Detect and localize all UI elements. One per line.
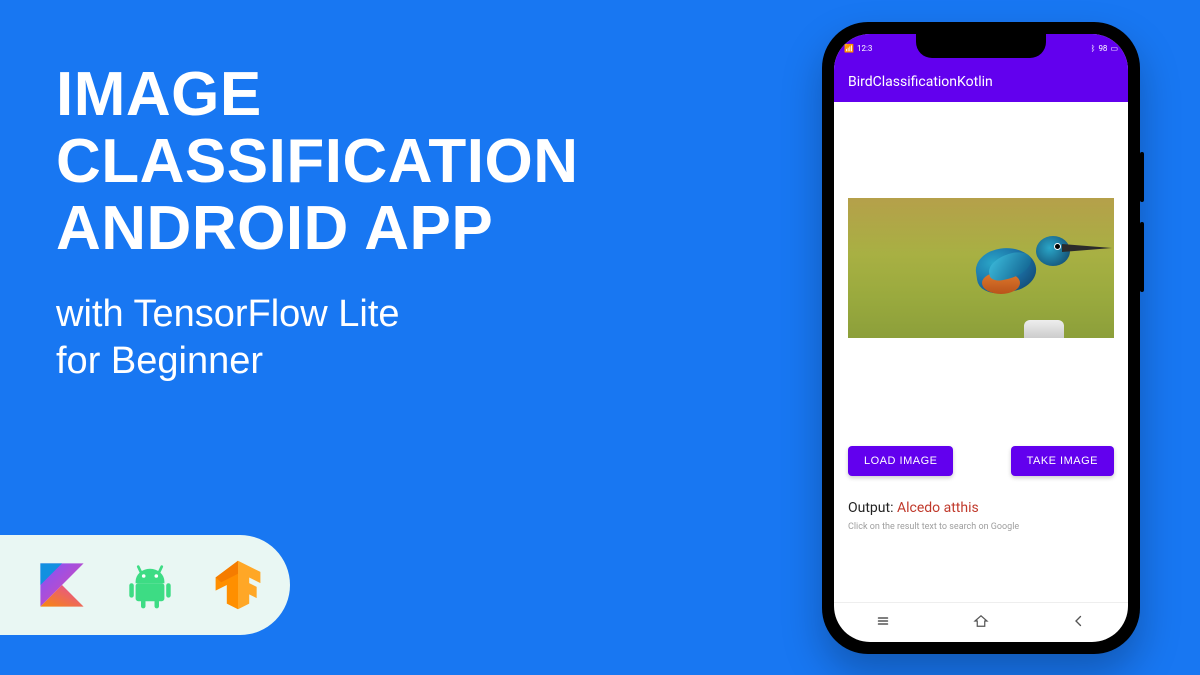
- app-bar: BirdClassificationKotlin: [834, 62, 1128, 102]
- status-time: 12:3: [857, 44, 872, 53]
- bluetooth-icon: ᛒ: [1091, 44, 1096, 53]
- button-row: LOAD IMAGE TAKE IMAGE: [848, 446, 1114, 476]
- image-preview[interactable]: [848, 198, 1114, 338]
- hero-title-line: IMAGE: [56, 62, 579, 129]
- hero-subtitle-line: with TensorFlow Lite: [56, 291, 579, 339]
- output-value[interactable]: Alcedo atthis: [897, 500, 979, 516]
- phone-frame: 📶 12:3 ᛒ 98 ▭ BirdClassificationKotlin: [822, 22, 1140, 654]
- phone-screen: 📶 12:3 ᛒ 98 ▭ BirdClassificationKotlin: [834, 34, 1128, 642]
- status-right: ᛒ 98 ▭: [1091, 44, 1118, 53]
- tensorflow-icon: [208, 555, 268, 615]
- hero-subtitle-line: for Beginner: [56, 338, 579, 386]
- nav-back-icon[interactable]: [1070, 612, 1088, 634]
- kotlin-icon: [32, 555, 92, 615]
- battery-icon: ▭: [1110, 44, 1118, 53]
- app-body: LOAD IMAGE TAKE IMAGE Output: Alcedo att…: [834, 102, 1128, 602]
- hero-block: IMAGE CLASSIFICATION ANDROID APP with Te…: [56, 62, 579, 386]
- battery-text: 98: [1098, 44, 1107, 53]
- tech-logo-pill: [0, 535, 290, 635]
- nav-home-icon[interactable]: [972, 612, 990, 634]
- android-icon: [120, 555, 180, 615]
- output-block: Output: Alcedo atthis Click on the resul…: [848, 500, 1114, 532]
- hero-title: IMAGE CLASSIFICATION ANDROID APP: [56, 62, 579, 263]
- hero-title-line: CLASSIFICATION: [56, 129, 579, 196]
- load-image-button[interactable]: LOAD IMAGE: [848, 446, 953, 476]
- status-left: 📶 12:3: [844, 44, 872, 53]
- take-image-button[interactable]: TAKE IMAGE: [1011, 446, 1114, 476]
- phone-notch: [916, 34, 1046, 58]
- output-hint: Click on the result text to search on Go…: [848, 522, 1114, 532]
- output-label-text: Output:: [848, 500, 897, 516]
- hero-title-line: ANDROID APP: [56, 196, 579, 263]
- output-line[interactable]: Output: Alcedo atthis: [848, 500, 1114, 516]
- app-title: BirdClassificationKotlin: [848, 74, 993, 90]
- hero-subtitle: with TensorFlow Lite for Beginner: [56, 291, 579, 386]
- android-nav-bar: [834, 602, 1128, 642]
- nav-recent-icon[interactable]: [874, 612, 892, 634]
- signal-icon: 📶: [844, 44, 854, 53]
